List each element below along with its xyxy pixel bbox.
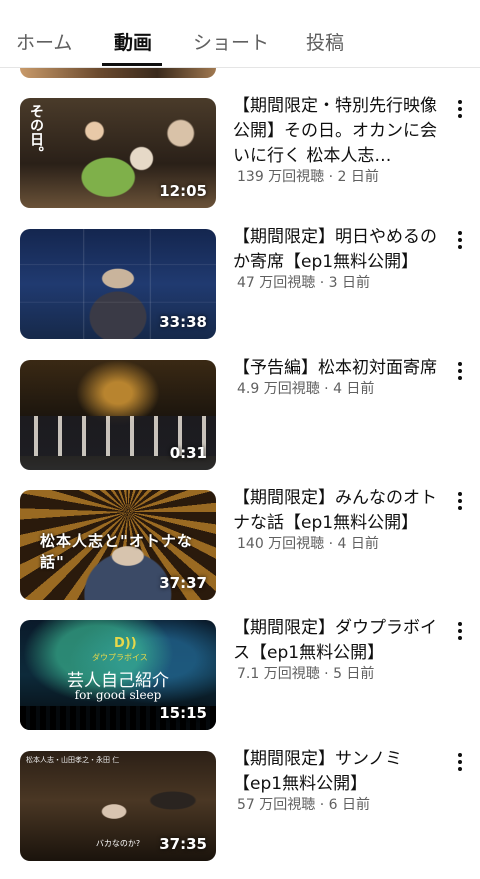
view-count: 47 万回視聴 bbox=[237, 275, 316, 291]
video-meta: 7.1 万回視聴 · 5 日前 bbox=[237, 663, 374, 683]
meta-separator: · bbox=[319, 666, 334, 682]
tab-videos[interactable]: 動画 bbox=[114, 28, 152, 55]
thumbnail-subcaption: for good sleep bbox=[74, 688, 162, 702]
tab-posts[interactable]: 投稿 bbox=[306, 28, 344, 55]
meta-separator: · bbox=[324, 536, 338, 552]
upload-age: 4 日前 bbox=[333, 381, 375, 397]
more-options-icon[interactable] bbox=[455, 753, 465, 775]
video-meta: 57 万回視聴 · 6 日前 bbox=[237, 794, 370, 814]
duration-badge: 37:35 bbox=[159, 835, 207, 853]
video-thumbnail[interactable]: 松本人志と"オトナな話" 37:37 bbox=[20, 490, 216, 600]
upload-age: 3 日前 bbox=[328, 275, 370, 291]
video-thumbnail[interactable]: その日。 12:05 bbox=[20, 98, 216, 208]
upload-age: 6 日前 bbox=[328, 797, 370, 813]
active-tab-indicator bbox=[102, 63, 162, 66]
upload-age: 4 日前 bbox=[337, 536, 379, 552]
video-item[interactable]: その日。 12:05 【期間限定・特別先行映像公開】その日。オカンに会いに行く … bbox=[0, 96, 480, 210]
video-title[interactable]: 【期間限定】みんなのオトナな話【ep1無料公開】 bbox=[233, 486, 443, 536]
thumbnail-logo: D)) bbox=[114, 636, 137, 651]
meta-separator: · bbox=[315, 797, 329, 813]
duration-badge: 33:38 bbox=[159, 313, 207, 331]
video-thumbnail[interactable]: 0:31 bbox=[20, 360, 216, 470]
duration-badge: 37:37 bbox=[159, 574, 207, 592]
meta-separator: · bbox=[319, 381, 334, 397]
duration-badge: 12:05 bbox=[159, 182, 207, 200]
more-options-icon[interactable] bbox=[455, 362, 465, 384]
tab-shorts[interactable]: ショート bbox=[193, 28, 269, 55]
thumbnail-title-text: その日。 bbox=[28, 104, 44, 160]
video-title[interactable]: 【期間限定】サンノミ【ep1無料公開】 bbox=[233, 747, 443, 797]
video-item[interactable]: 松本人志と"オトナな話" 37:37 【期間限定】みんなのオトナな話【ep1無料… bbox=[0, 488, 480, 602]
video-thumbnail[interactable]: 33:38 bbox=[20, 229, 216, 339]
video-title[interactable]: 【期間限定】明日やめるのか寄席【ep1無料公開】 bbox=[233, 225, 443, 275]
view-count: 140 万回視聴 bbox=[237, 536, 325, 552]
video-item[interactable]: D)) ダウプラボイス 芸人自己紹介 for good sleep 15:15 … bbox=[0, 618, 480, 732]
video-thumbnail[interactable]: 松本人志・山田孝之・永田 仁 バカなのか? 37:35 bbox=[20, 751, 216, 861]
upload-age: 5 日前 bbox=[333, 666, 375, 682]
more-options-icon[interactable] bbox=[455, 492, 465, 514]
video-meta: 140 万回視聴 · 4 日前 bbox=[237, 533, 379, 553]
view-count: 4.9 万回視聴 bbox=[237, 381, 320, 397]
thumbnail-caption: 松本人志と"オトナな話" bbox=[40, 532, 193, 571]
more-options-icon[interactable] bbox=[455, 100, 465, 122]
video-meta: 4.9 万回視聴 · 4 日前 bbox=[237, 378, 374, 398]
duration-badge: 0:31 bbox=[169, 444, 207, 462]
more-options-icon[interactable] bbox=[455, 622, 465, 644]
meta-separator: · bbox=[315, 275, 329, 291]
video-item[interactable]: 松本人志・山田孝之・永田 仁 バカなのか? 37:35 【期間限定】サンノミ【e… bbox=[0, 749, 480, 863]
view-count: 57 万回視聴 bbox=[237, 797, 316, 813]
video-title[interactable]: 【期間限定・特別先行映像公開】その日。オカンに会いに行く 松本人志… bbox=[233, 94, 443, 169]
upload-age: 2 日前 bbox=[337, 169, 379, 185]
video-meta: 139 万回視聴 · 2 日前 bbox=[237, 166, 379, 186]
video-thumbnail[interactable]: D)) ダウプラボイス 芸人自己紹介 for good sleep 15:15 bbox=[20, 620, 216, 730]
view-count: 7.1 万回視聴 bbox=[237, 666, 320, 682]
tab-home[interactable]: ホーム bbox=[16, 28, 72, 55]
duration-badge: 15:15 bbox=[159, 704, 207, 722]
partial-thumbnail[interactable] bbox=[20, 68, 216, 78]
thumbnail-top-text: 松本人志・山田孝之・永田 仁 bbox=[26, 756, 120, 764]
more-options-icon[interactable] bbox=[455, 231, 465, 253]
video-meta: 47 万回視聴 · 3 日前 bbox=[237, 272, 370, 292]
video-item[interactable]: 33:38 【期間限定】明日やめるのか寄席【ep1無料公開】 47 万回視聴 ·… bbox=[0, 227, 480, 341]
video-item[interactable]: 0:31 【予告編】松本初対面寄席 4.9 万回視聴 · 4 日前 bbox=[0, 358, 480, 472]
channel-tabs: ホーム 動画 ショート 投稿 bbox=[0, 0, 480, 68]
meta-separator: · bbox=[324, 169, 338, 185]
video-title[interactable]: 【期間限定】ダウプラボイス【ep1無料公開】 bbox=[233, 616, 443, 666]
thumbnail-brand: ダウプラボイス bbox=[92, 653, 148, 662]
view-count: 139 万回視聴 bbox=[237, 169, 325, 185]
